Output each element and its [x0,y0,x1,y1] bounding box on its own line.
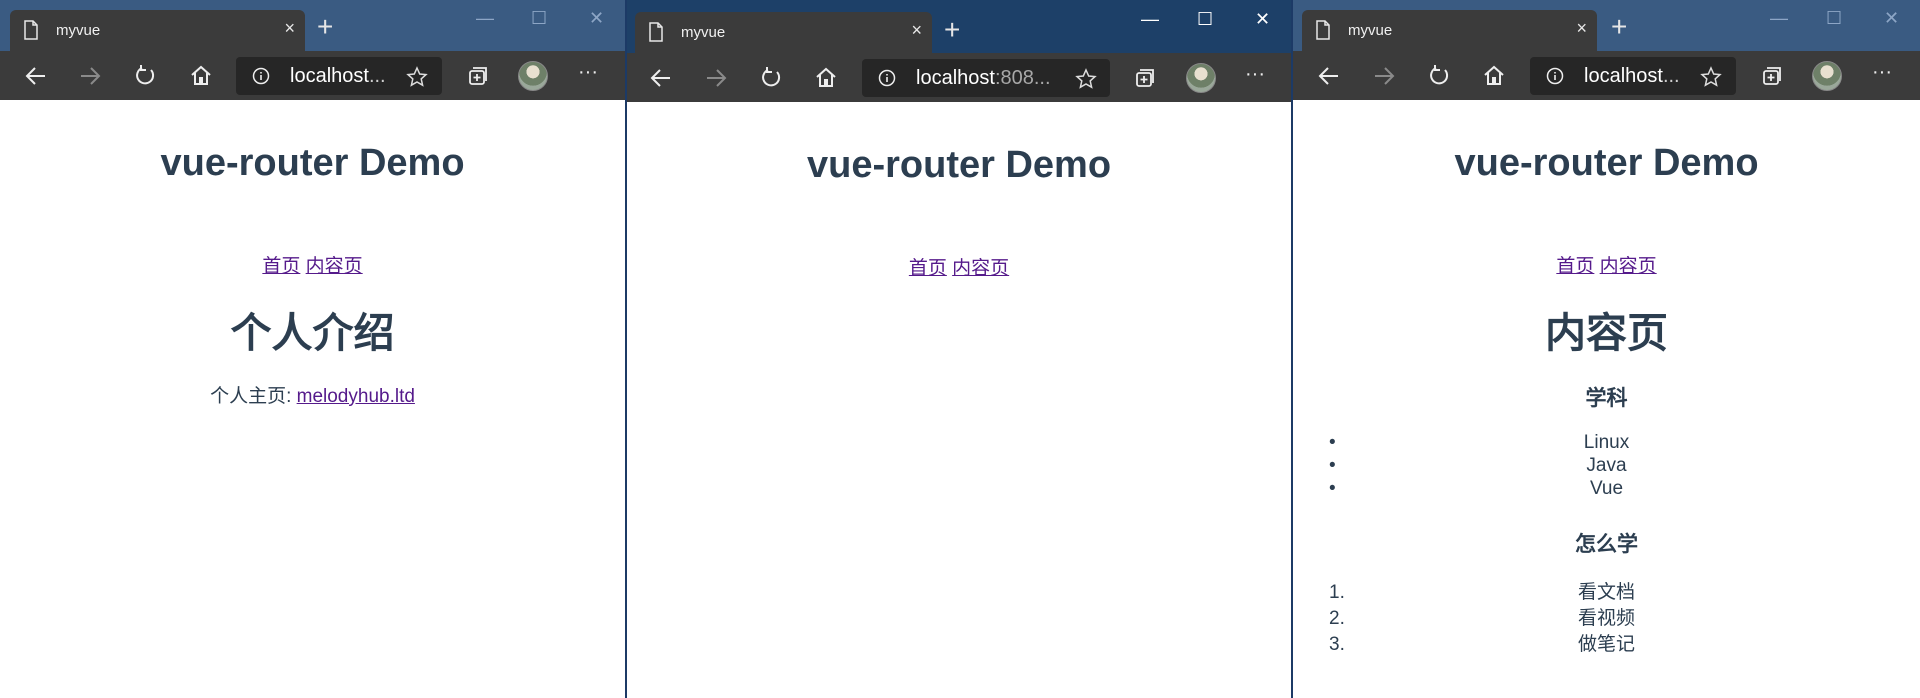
tab-title: myvue [1348,22,1393,39]
site-info-icon[interactable] [252,67,270,85]
new-tab-button[interactable]: + [944,16,960,44]
profile-avatar[interactable] [518,61,548,91]
nav-link-home[interactable]: 首页 [262,256,300,277]
title-bar: myvue × + — ☐ ✕ [0,0,625,51]
list-item: 2. 看视频 [1329,608,1635,629]
tab-close-icon[interactable]: × [284,19,295,37]
browser-toolbar: localhost:808... ··· [627,53,1291,102]
refresh-icon[interactable] [132,63,158,89]
tab-title: myvue [681,24,726,41]
minimize-button[interactable]: — [1770,8,1788,29]
nav-link-content[interactable]: 内容页 [306,256,363,277]
home-icon[interactable] [813,65,839,91]
site-info-icon[interactable] [1546,67,1564,85]
address-bar[interactable]: localhost... [236,57,442,95]
maximize-button[interactable]: ☐ [1197,9,1213,30]
page-icon [649,22,663,42]
favorite-star-icon[interactable] [1075,68,1097,90]
nav-link-home[interactable]: 首页 [909,258,947,279]
back-icon[interactable] [23,63,49,89]
browser-window-root: myvue × + — ☐ ✕ localhost:808... ··· vue… [625,0,1293,698]
app-title: vue-router Demo [806,144,1112,186]
router-nav: 首页 内容页 [0,251,625,278]
address-bar[interactable]: localhost:808... [862,59,1110,97]
page-content: vue-router Demo 首页 内容页 内容页 学科 • Linux • Ja… [1293,100,1920,698]
browser-tab[interactable]: myvue × [635,12,932,53]
list-item: • Vue [1329,478,1624,499]
maximize-button[interactable]: ☐ [1826,8,1842,29]
address-url: localhost... [1584,65,1680,87]
list-item: • Linux [1329,432,1630,453]
collections-icon[interactable] [1132,65,1158,91]
browser-window-home: myvue × + — ☐ ✕ localhost... ··· vue-rou… [0,0,625,698]
home-icon[interactable] [1481,63,1507,89]
page-heading: 内容页 [1545,310,1668,356]
homepage-link[interactable]: melodyhub.ltd [297,386,415,407]
browser-window-content: myvue × + — ☐ ✕ localhost... ··· vue-rou… [1293,0,1920,698]
homepage-line: 个人主页: melodyhub.ltd [0,381,625,408]
tab-close-icon[interactable]: × [1576,19,1587,37]
browser-tab[interactable]: myvue × [1302,10,1597,51]
browser-toolbar: localhost... ··· [0,51,625,100]
page-content: vue-router Demo 首页 内容页 [627,102,1291,698]
refresh-icon[interactable] [1426,63,1452,89]
nav-link-content[interactable]: 内容页 [952,258,1009,279]
collections-icon[interactable] [1759,63,1785,89]
router-nav: 首页 内容页 [1293,251,1920,278]
title-bar: myvue × + — ☐ ✕ [627,0,1291,53]
more-menu-icon[interactable]: ··· [578,61,598,84]
page-icon [1316,20,1330,40]
forward-icon[interactable] [1371,63,1397,89]
maximize-button[interactable]: ☐ [531,8,547,29]
title-bar: myvue × + — ☐ ✕ [1293,0,1920,51]
home-icon[interactable] [188,63,214,89]
forward-icon[interactable] [77,63,103,89]
profile-avatar[interactable] [1186,63,1216,93]
tab-title: myvue [56,22,101,39]
subjects-heading: 学科 [1585,387,1628,410]
back-icon[interactable] [648,65,674,91]
address-url: localhost... [290,65,386,87]
page-icon [24,20,38,40]
minimize-button[interactable]: — [476,8,494,29]
browser-toolbar: localhost... ··· [1293,51,1920,100]
homepage-label: 个人主页: [210,386,297,407]
browser-tab[interactable]: myvue × [10,10,305,51]
nav-link-home[interactable]: 首页 [1556,256,1594,277]
new-tab-button[interactable]: + [1611,13,1627,41]
page-heading: 个人介绍 [230,310,395,356]
profile-avatar[interactable] [1812,61,1842,91]
favorite-star-icon[interactable] [406,66,428,88]
nav-link-content[interactable]: 内容页 [1600,256,1657,277]
site-info-icon[interactable] [878,69,896,87]
forward-icon[interactable] [703,65,729,91]
close-button[interactable]: ✕ [589,8,604,29]
back-icon[interactable] [1316,63,1342,89]
page-content: vue-router Demo 首页 内容页 个人介绍 个人主页: melody… [0,100,625,698]
router-nav: 首页 内容页 [627,253,1291,280]
minimize-button[interactable]: — [1141,9,1159,30]
close-button[interactable]: ✕ [1255,9,1270,30]
new-tab-button[interactable]: + [317,13,333,41]
howto-list: 1. 看文档 2. 看视频 3. 做笔记 [1293,580,1920,658]
subjects-list: • Linux • Java • Vue [1293,431,1920,500]
list-item: • Java [1329,455,1627,476]
favorite-star-icon[interactable] [1700,66,1722,88]
address-bar[interactable]: localhost... [1530,57,1736,95]
app-title: vue-router Demo [160,142,465,184]
address-url: localhost:808... [916,67,1051,89]
more-menu-icon[interactable]: ··· [1245,63,1265,86]
tab-close-icon[interactable]: × [911,21,922,39]
desktop: myvue × + — ☐ ✕ localhost... ··· vue-rou… [0,0,1920,698]
refresh-icon[interactable] [758,65,784,91]
more-menu-icon[interactable]: ··· [1872,61,1892,84]
app-title: vue-router Demo [1454,142,1759,184]
collections-icon[interactable] [465,63,491,89]
list-item: 3. 做笔记 [1329,634,1635,655]
howto-heading: 怎么学 [1575,533,1638,556]
close-button[interactable]: ✕ [1884,8,1899,29]
list-item: 1. 看文档 [1329,582,1635,603]
